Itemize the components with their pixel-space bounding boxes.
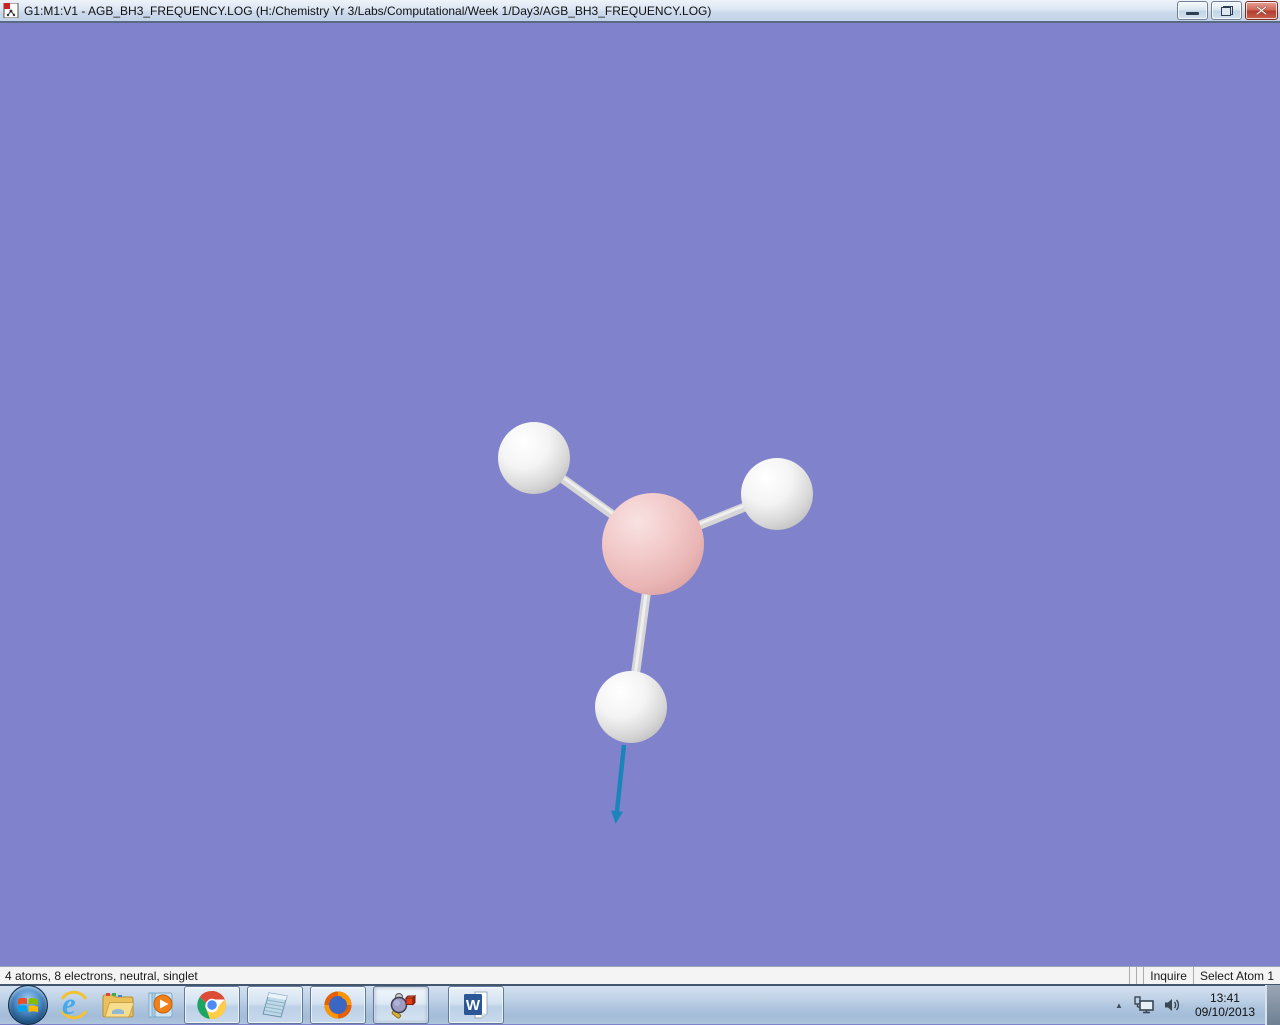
notepad-icon [262,992,288,1018]
taskbar-item-notepad[interactable] [247,986,303,1024]
tray-time: 13:41 [1209,991,1240,1005]
taskbar-item-gaussview[interactable] [373,986,429,1024]
close-icon [1256,6,1267,15]
svg-text:W: W [466,997,481,1014]
show-hidden-icons-button[interactable]: ▲ [1109,1001,1129,1010]
internet-explorer-icon: e [59,986,89,1021]
restore-icon [1220,5,1233,16]
media-player-icon [148,992,173,1018]
taskbar-item-windows-explorer[interactable] [96,986,140,1024]
start-button[interactable] [8,985,48,1025]
molecule-summary: 4 atoms, 8 electrons, neutral, singlet [5,968,198,983]
system-tray: ▲ 13:41 09/10/2013 [1109,985,1280,1025]
molecule-viewport[interactable] [0,23,1280,966]
folder-icon [102,993,134,1018]
clock[interactable]: 13:41 09/10/2013 [1187,991,1265,1019]
hydrogen-atom [741,458,813,530]
gaussview-window: G1:M1:V1 - AGB_BH3_FREQUENCY.LOG (H:/Che… [0,0,1280,1025]
volume-icon[interactable] [1164,997,1182,1013]
window-title: G1:M1:V1 - AGB_BH3_FREQUENCY.LOG (H:/Che… [24,4,712,18]
taskbar-item-internet-explorer[interactable]: e [52,986,96,1024]
gaussview-file-icon [3,2,19,19]
taskbar: e W ▲ 13:41 09/10/2013 [0,984,1280,1025]
chrome-icon [197,990,226,1020]
taskbar-item-firefox[interactable] [310,986,366,1024]
hydrogen-atom [595,671,667,743]
gaussview-icon [390,993,416,1019]
word-icon: W [464,991,488,1019]
taskbar-item-chrome[interactable] [184,986,240,1024]
restore-button[interactable] [1211,1,1242,20]
firefox-icon [324,991,352,1019]
status-mode: Inquire [1143,967,1193,984]
show-desktop-button[interactable] [1265,985,1280,1025]
displacement-vector-arrow [611,744,627,824]
network-icon[interactable] [1134,996,1154,1014]
tray-date: 09/10/2013 [1194,1005,1255,1019]
status-spacer-2 [1136,967,1143,984]
close-button[interactable] [1245,1,1278,20]
taskbar-item-media-player[interactable] [140,986,184,1024]
title-bar[interactable]: G1:M1:V1 - AGB_BH3_FREQUENCY.LOG (H:/Che… [0,0,1280,23]
status-selection: Select Atom 1 [1192,967,1280,984]
status-bar: 4 atoms, 8 electrons, neutral, singlet I… [0,966,1280,984]
minimize-button[interactable] [1177,1,1208,20]
status-spacer-1 [1129,967,1136,984]
bh3-molecule [498,422,813,824]
minimize-icon [1186,12,1199,15]
hydrogen-atom [498,422,570,494]
boron-atom [602,493,704,595]
windows-flag-icon [18,997,38,1013]
atom-group [498,422,813,743]
taskbar-item-word[interactable]: W [448,986,504,1024]
